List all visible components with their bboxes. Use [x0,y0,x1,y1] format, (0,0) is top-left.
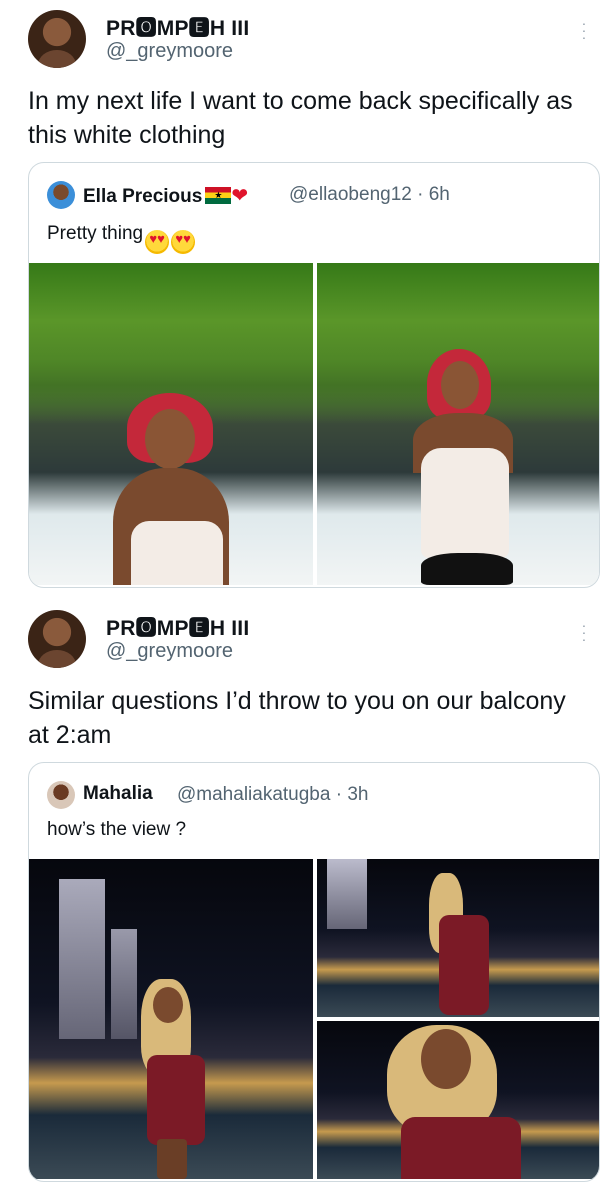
quoted-author-handle[interactable]: @mahaliakatugba · 3h [177,784,368,806]
photo-subject-face [421,1029,471,1089]
author-handle[interactable]: @_greymoore [106,640,233,663]
photo-city-2[interactable] [317,859,599,1017]
skyscraper [59,879,105,1039]
white-corset [421,448,509,558]
author-display-name[interactable]: PR🅾MP🅴H III [106,12,249,42]
skyscraper [111,929,137,1039]
red-dress [401,1117,521,1179]
quoted-author-avatar[interactable] [47,181,75,209]
author-avatar[interactable] [28,610,86,668]
quoted-tweet-text: Pretty thing ♥♥ ♥♥ [47,223,196,254]
photo-garden-1[interactable] [29,263,313,585]
photo-subject-legs [157,1139,187,1179]
photo-subject-face [145,409,195,469]
red-dress [147,1055,205,1145]
tweet-text: In my next life I want to come back spec… [28,87,573,149]
photo-subject-face [441,361,479,409]
quoted-author-name-text: Ella Precious [83,186,203,207]
red-dress [439,915,489,1015]
quoted-author-name[interactable]: Mahalia [83,783,153,805]
photo-city-3[interactable] [317,1021,599,1179]
black-pants [421,553,513,585]
tweet-text: Similar questions I’d throw to you on ou… [28,687,566,749]
quoted-tweet-text: how’s the view ? [47,819,187,840]
more-vertical-icon[interactable]: · · · [578,16,590,44]
author-avatar[interactable] [28,10,86,68]
author-handle[interactable]: @_greymoore [106,40,233,63]
quoted-tweet[interactable]: Mahalia @mahaliakatugba · 3h how’s the v… [28,762,600,1182]
quoted-author-name[interactable]: Ella Precious ❤ [83,183,248,208]
ghana-flag-icon [205,187,232,204]
heart-eyes-emoji-icon: ♥♥ [171,230,196,254]
author-display-name[interactable]: PR🅾MP🅴H III [106,612,249,642]
photo-subject-face [153,987,183,1023]
red-heart-icon: ❤ [231,185,249,207]
photo-garden-2[interactable] [317,263,599,585]
heart-eyes-emoji-icon: ♥♥ [145,230,170,254]
more-vertical-icon[interactable]: · · · [578,618,590,646]
quoted-tweet[interactable]: Ella Precious ❤ @ellaobeng12 · 6h Pretty … [28,162,600,588]
quoted-tweet-text-content: Pretty thing [47,223,144,244]
photo-city-1[interactable] [29,859,313,1179]
quoted-author-avatar[interactable] [47,781,75,809]
white-corset [131,521,223,585]
skyscraper [327,859,367,929]
quoted-author-handle[interactable]: @ellaobeng12 · 6h [289,184,450,206]
